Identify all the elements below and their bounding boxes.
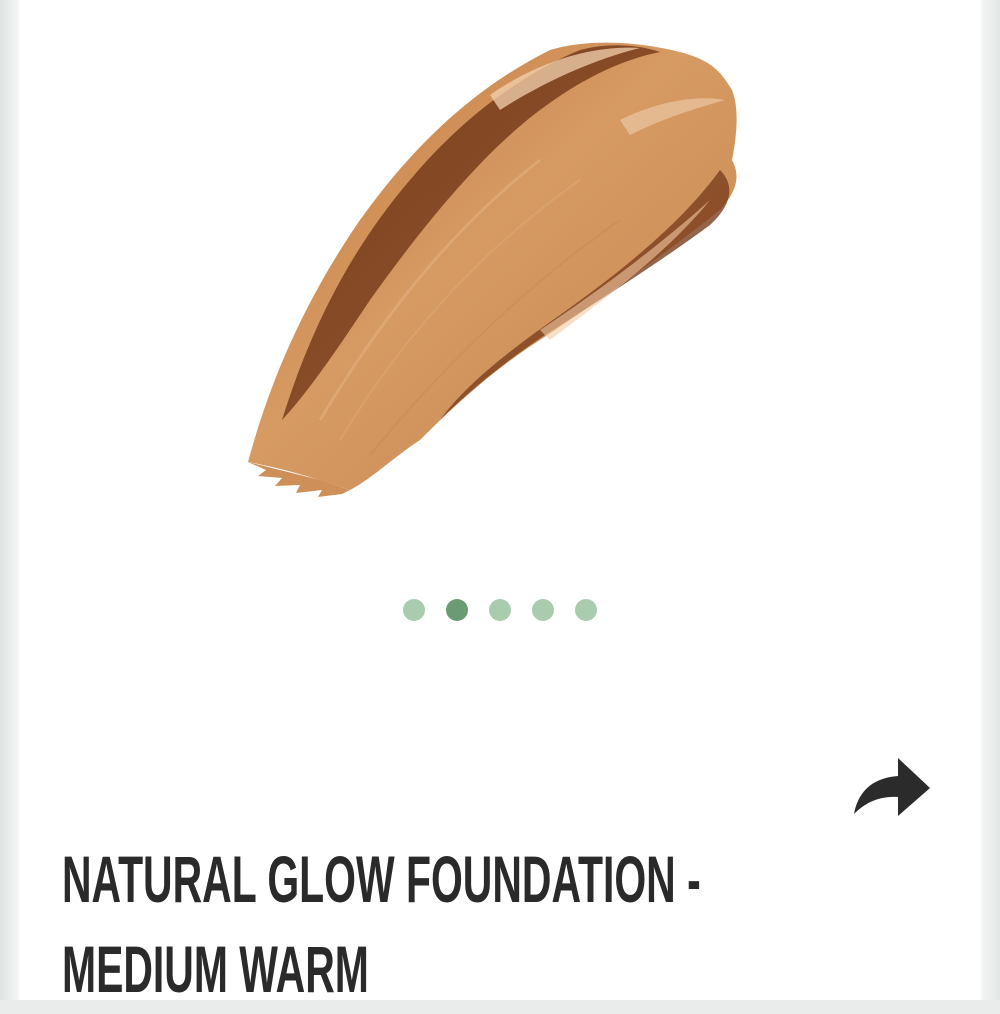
share-button[interactable]	[850, 752, 934, 822]
foundation-swatch-image	[248, 42, 737, 497]
carousel-dot-2[interactable]	[446, 599, 468, 621]
product-title: NATURAL GLOW FOUNDATION - MEDIUM WARM	[62, 834, 942, 1014]
page: NATURAL GLOW FOUNDATION - MEDIUM WARM	[0, 0, 1000, 1006]
carousel-dot-1[interactable]	[403, 599, 425, 621]
product-title-line-2: MEDIUM WARM	[62, 932, 369, 1006]
carousel-dot-3[interactable]	[489, 599, 511, 621]
share-arrow-icon	[854, 758, 930, 816]
product-image[interactable]	[20, 0, 980, 560]
product-title-line-1: NATURAL GLOW FOUNDATION -	[62, 842, 701, 916]
carousel-dot-5[interactable]	[575, 599, 597, 621]
carousel-indicator	[20, 598, 980, 622]
product-card: NATURAL GLOW FOUNDATION - MEDIUM WARM	[20, 0, 980, 1006]
carousel-dot-4[interactable]	[532, 599, 554, 621]
